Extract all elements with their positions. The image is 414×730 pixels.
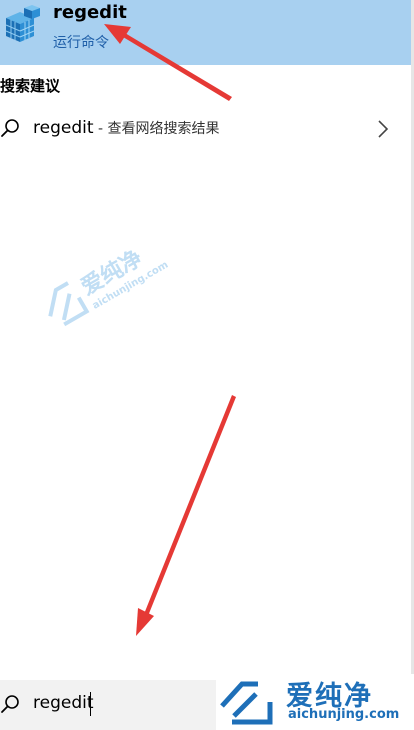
annotation-arrows	[104, 24, 236, 636]
watermark-url: aichunjing.com	[288, 707, 400, 722]
search-input[interactable]: regedit	[33, 693, 94, 713]
search-icon	[1, 695, 19, 713]
watermark-corner: 爱纯净 aichunjing.com	[216, 674, 414, 730]
text-caret	[90, 692, 91, 716]
brand-logo-icon	[220, 681, 273, 725]
